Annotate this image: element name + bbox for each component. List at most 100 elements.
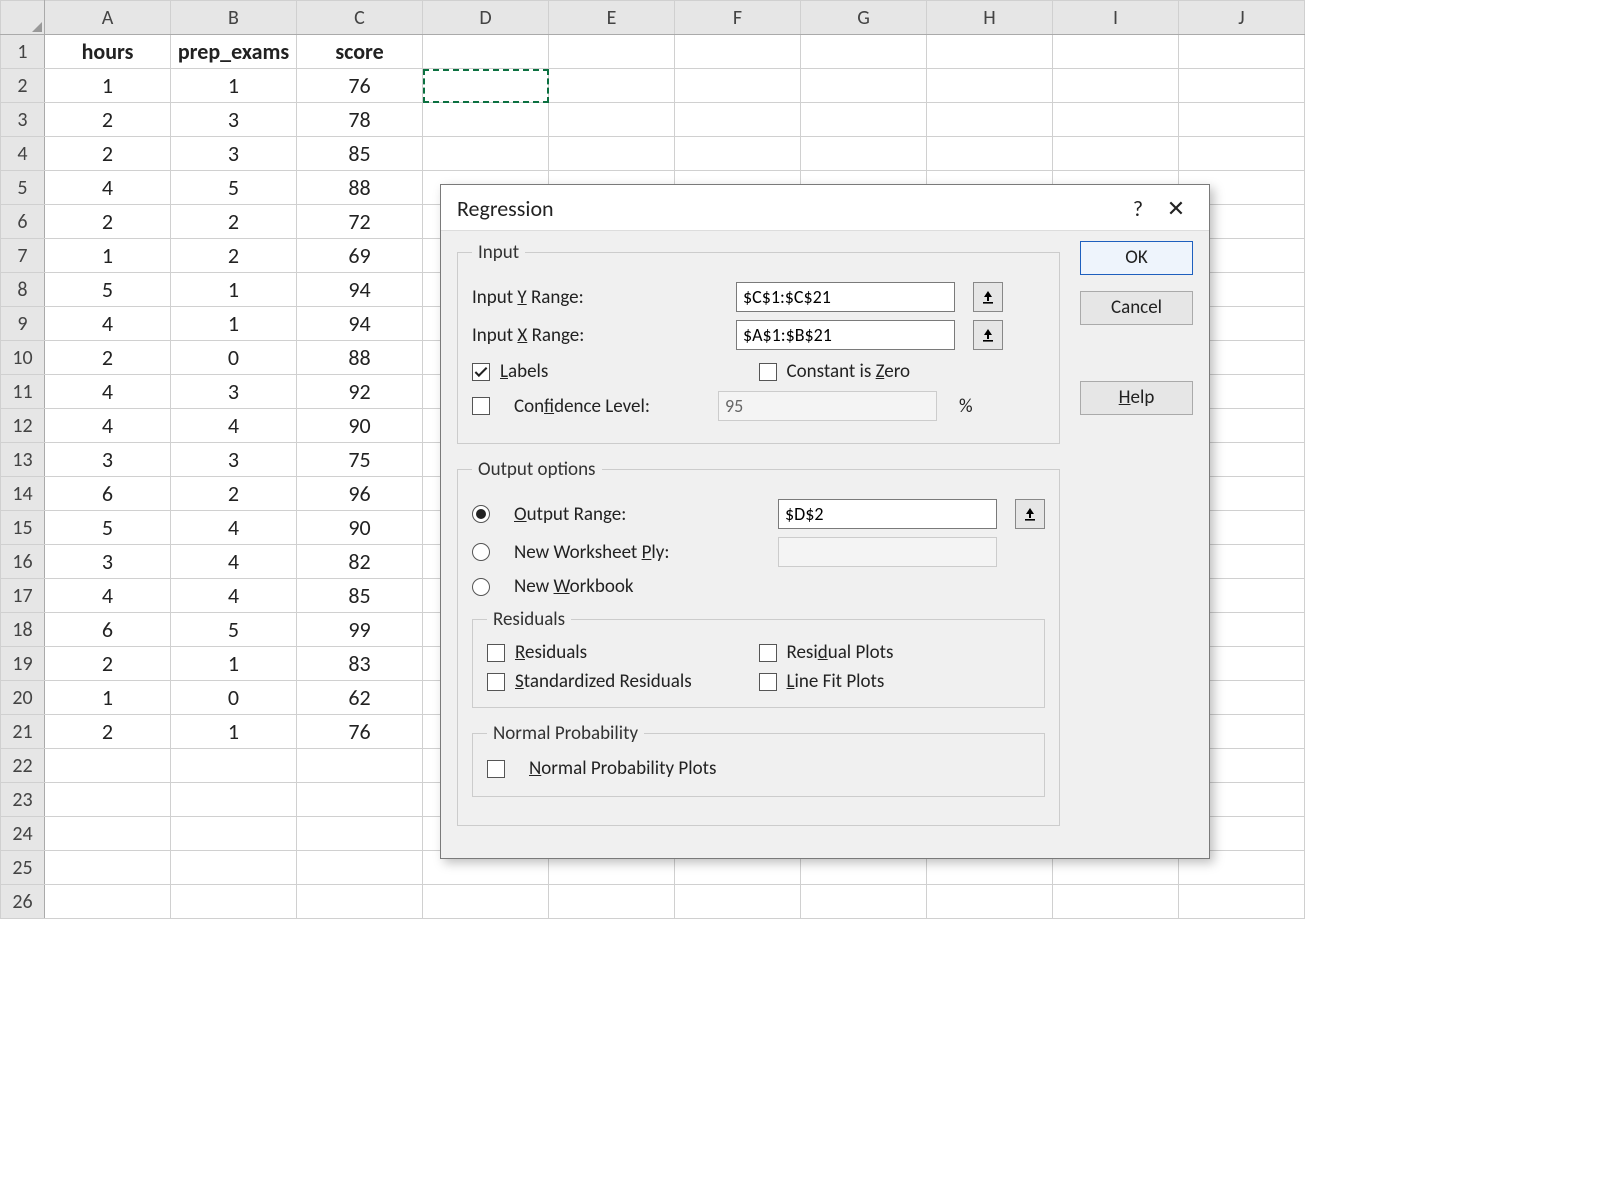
cell-B11[interactable]: 3 (171, 375, 297, 409)
labels-checkbox[interactable] (472, 363, 490, 381)
column-header-H[interactable]: H (927, 1, 1053, 35)
row-header-15[interactable]: 15 (1, 511, 45, 545)
cell-B7[interactable]: 2 (171, 239, 297, 273)
cell-B17[interactable]: 4 (171, 579, 297, 613)
cell-H1[interactable] (927, 35, 1053, 69)
column-header-J[interactable]: J (1179, 1, 1305, 35)
cell-B15[interactable]: 4 (171, 511, 297, 545)
cell-A20[interactable]: 1 (45, 681, 171, 715)
cell-G26[interactable] (801, 885, 927, 919)
cell-G4[interactable] (801, 137, 927, 171)
row-header-20[interactable]: 20 (1, 681, 45, 715)
cell-J2[interactable] (1179, 69, 1305, 103)
cell-A11[interactable]: 4 (45, 375, 171, 409)
cell-B22[interactable] (171, 749, 297, 783)
cell-A19[interactable]: 2 (45, 647, 171, 681)
cell-F4[interactable] (675, 137, 801, 171)
dialog-help-icon[interactable]: ? (1119, 195, 1157, 222)
row-header-17[interactable]: 17 (1, 579, 45, 613)
column-header-C[interactable]: C (297, 1, 423, 35)
input-x-range-field[interactable] (736, 320, 955, 350)
cell-B21[interactable]: 1 (171, 715, 297, 749)
new-worksheet-ply-field[interactable] (778, 537, 997, 567)
cell-C25[interactable] (297, 851, 423, 885)
cancel-button[interactable]: Cancel (1080, 291, 1193, 325)
cell-D2[interactable] (423, 69, 549, 103)
cell-B2[interactable]: 1 (171, 69, 297, 103)
cell-I3[interactable] (1053, 103, 1179, 137)
cell-B24[interactable] (171, 817, 297, 851)
row-header-9[interactable]: 9 (1, 307, 45, 341)
input-y-range-field[interactable] (736, 282, 955, 312)
row-header-14[interactable]: 14 (1, 477, 45, 511)
cell-G3[interactable] (801, 103, 927, 137)
row-header-2[interactable]: 2 (1, 69, 45, 103)
cell-E1[interactable] (549, 35, 675, 69)
cell-C18[interactable]: 99 (297, 613, 423, 647)
cell-I26[interactable] (1053, 885, 1179, 919)
row-header-24[interactable]: 24 (1, 817, 45, 851)
normal-probability-plots-checkbox[interactable] (487, 760, 505, 778)
cell-J1[interactable] (1179, 35, 1305, 69)
cell-B25[interactable] (171, 851, 297, 885)
cell-C15[interactable]: 90 (297, 511, 423, 545)
column-header-D[interactable]: D (423, 1, 549, 35)
cell-J26[interactable] (1179, 885, 1305, 919)
cell-C13[interactable]: 75 (297, 443, 423, 477)
cell-B6[interactable]: 2 (171, 205, 297, 239)
cell-C23[interactable] (297, 783, 423, 817)
cell-B20[interactable]: 0 (171, 681, 297, 715)
cell-C19[interactable]: 83 (297, 647, 423, 681)
cell-A4[interactable]: 2 (45, 137, 171, 171)
cell-C2[interactable]: 76 (297, 69, 423, 103)
cell-F3[interactable] (675, 103, 801, 137)
cell-D3[interactable] (423, 103, 549, 137)
cell-C4[interactable]: 85 (297, 137, 423, 171)
standardized-residuals-checkbox[interactable] (487, 673, 505, 691)
cell-A1[interactable]: hours (45, 35, 171, 69)
cell-E4[interactable] (549, 137, 675, 171)
cell-C5[interactable]: 88 (297, 171, 423, 205)
row-header-25[interactable]: 25 (1, 851, 45, 885)
cell-B19[interactable]: 1 (171, 647, 297, 681)
cell-C12[interactable]: 90 (297, 409, 423, 443)
cell-B14[interactable]: 2 (171, 477, 297, 511)
row-header-4[interactable]: 4 (1, 137, 45, 171)
row-header-7[interactable]: 7 (1, 239, 45, 273)
cell-E26[interactable] (549, 885, 675, 919)
cell-A15[interactable]: 5 (45, 511, 171, 545)
cell-F1[interactable] (675, 35, 801, 69)
cell-A13[interactable]: 3 (45, 443, 171, 477)
cell-C21[interactable]: 76 (297, 715, 423, 749)
cell-E2[interactable] (549, 69, 675, 103)
cell-B3[interactable]: 3 (171, 103, 297, 137)
column-header-I[interactable]: I (1053, 1, 1179, 35)
cell-A5[interactable]: 4 (45, 171, 171, 205)
cell-B26[interactable] (171, 885, 297, 919)
cell-G2[interactable] (801, 69, 927, 103)
cell-A22[interactable] (45, 749, 171, 783)
cell-B8[interactable]: 1 (171, 273, 297, 307)
ok-button[interactable]: OK (1080, 241, 1193, 275)
cell-G1[interactable] (801, 35, 927, 69)
residuals-checkbox[interactable] (487, 644, 505, 662)
collapse-range-icon[interactable] (1015, 499, 1045, 529)
cell-B10[interactable]: 0 (171, 341, 297, 375)
cell-F26[interactable] (675, 885, 801, 919)
select-all-corner[interactable] (1, 1, 45, 35)
collapse-range-icon[interactable] (973, 320, 1003, 350)
row-header-21[interactable]: 21 (1, 715, 45, 749)
row-header-5[interactable]: 5 (1, 171, 45, 205)
row-header-8[interactable]: 8 (1, 273, 45, 307)
cell-A17[interactable]: 4 (45, 579, 171, 613)
row-header-3[interactable]: 3 (1, 103, 45, 137)
cell-C6[interactable]: 72 (297, 205, 423, 239)
cell-C3[interactable]: 78 (297, 103, 423, 137)
row-header-13[interactable]: 13 (1, 443, 45, 477)
cell-D4[interactable] (423, 137, 549, 171)
column-header-G[interactable]: G (801, 1, 927, 35)
collapse-range-icon[interactable] (973, 282, 1003, 312)
cell-C24[interactable] (297, 817, 423, 851)
cell-J3[interactable] (1179, 103, 1305, 137)
row-header-26[interactable]: 26 (1, 885, 45, 919)
